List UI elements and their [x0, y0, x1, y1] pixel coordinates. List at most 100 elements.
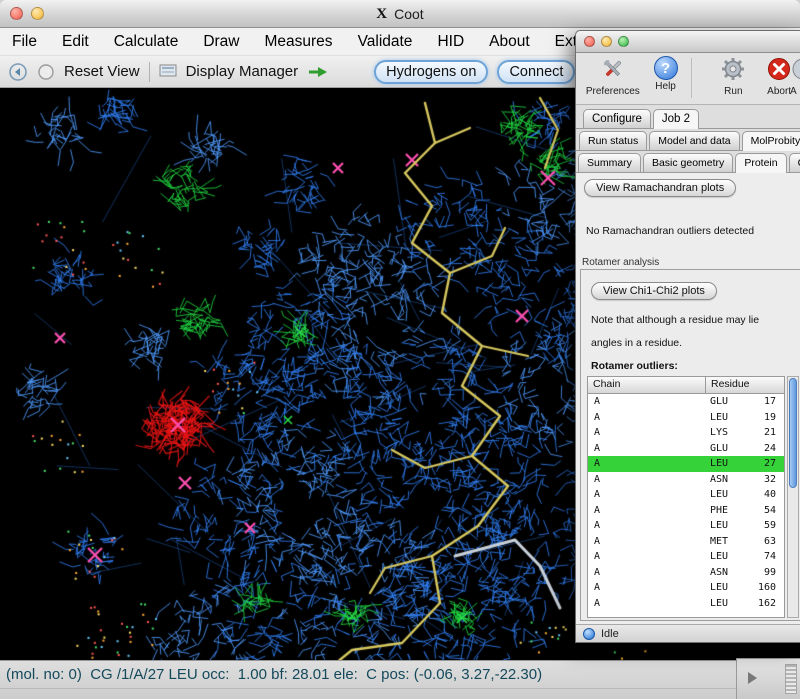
residue-number: 40 [740, 489, 776, 500]
residue-name: LEU [710, 412, 740, 423]
tab-run-status[interactable]: Run status [579, 131, 647, 150]
table-header: Chain Residue [588, 377, 784, 394]
ramachandran-status-text: No Ramachandran outliers detected [586, 225, 754, 237]
resize-grip-icon[interactable] [785, 664, 797, 694]
table-row[interactable]: A LEU 59 [588, 518, 784, 534]
table-row[interactable]: A LEU 40 [588, 487, 784, 503]
column-header-residue[interactable]: Residue [706, 377, 784, 393]
abort-icon [766, 56, 792, 85]
display-manager-button[interactable]: Display Manager [186, 63, 299, 80]
tab-model-and-data[interactable]: Model and data [649, 131, 739, 150]
table-scrollbar-track[interactable] [787, 376, 799, 618]
tab-molprobity[interactable]: MolProbity [742, 131, 800, 150]
menu-draw[interactable]: Draw [203, 33, 239, 51]
table-row[interactable]: A MET 63 [588, 534, 784, 550]
menu-edit[interactable]: Edit [62, 33, 89, 51]
cell-chain: A [588, 551, 706, 562]
gear-icon [720, 56, 746, 85]
menu-extensions[interactable]: Ext [555, 33, 577, 51]
menu-measures[interactable]: Measures [265, 33, 333, 51]
table-row[interactable]: A GLU 17 [588, 394, 784, 410]
cell-residue: ASN 32 [706, 474, 784, 485]
tab-job2[interactable]: Job 2 [653, 109, 699, 128]
cell-chain: A [588, 489, 706, 500]
tab-clipped[interactable]: C [789, 153, 800, 172]
residue-number: 27 [740, 458, 776, 469]
menu-hid[interactable]: HID [437, 33, 464, 51]
clipped-label: A [790, 86, 797, 97]
hydrogens-toggle-button[interactable]: Hydrogens on [374, 60, 488, 84]
residue-number: 54 [740, 505, 776, 516]
table-row[interactable]: A LEU 160 [588, 580, 784, 596]
table-row[interactable]: A ASN 32 [588, 472, 784, 488]
table-row[interactable]: A PHE 54 [588, 503, 784, 519]
tab-configure[interactable]: Configure [583, 109, 651, 128]
rotamer-note-line1: Note that although a residue may lie [591, 314, 759, 326]
close-button[interactable] [584, 36, 595, 47]
table-row[interactable]: A GLU 24 [588, 441, 784, 457]
residue-name: LEU [710, 458, 740, 469]
cell-chain: A [588, 567, 706, 578]
coot-application: Coot File Edit Calculate Draw Measures V… [0, 0, 800, 699]
tab-summary[interactable]: Summary [578, 153, 641, 172]
help-button[interactable]: Help [648, 56, 684, 92]
reset-view-icon[interactable] [37, 63, 55, 81]
minimize-button[interactable] [601, 36, 612, 47]
window-title-area: Coot [0, 0, 800, 28]
menu-validate[interactable]: Validate [358, 33, 413, 51]
run-button[interactable]: Run [714, 56, 752, 97]
cell-residue: LEU 59 [706, 520, 784, 531]
residue-name: LEU [710, 598, 740, 609]
display-manager-icon[interactable] [159, 64, 177, 79]
cell-residue: ASN 99 [706, 567, 784, 578]
rotamer-outliers-table: Chain Residue A GLU 17 A LEU 19 A LYS 21… [587, 376, 785, 618]
table-row[interactable]: A LEU 19 [588, 410, 784, 426]
tab-basic-geometry[interactable]: Basic geometry [643, 153, 733, 172]
cell-chain: A [588, 412, 706, 423]
cell-residue: GLU 17 [706, 396, 784, 407]
corner-scroll-widget[interactable] [736, 658, 800, 699]
back-view-icon[interactable] [8, 62, 28, 82]
help-icon [654, 56, 678, 80]
view-chi1-chi2-plots-button[interactable]: View Chi1-Chi2 plots [591, 282, 717, 300]
table-row[interactable]: A LEU 74 [588, 549, 784, 565]
table-row[interactable]: A LEU 27 [588, 456, 784, 472]
residue-name: PHE [710, 505, 740, 516]
preferences-icon [600, 56, 626, 85]
preferences-button[interactable]: Preferences [584, 56, 642, 97]
residue-number: 160 [740, 582, 776, 593]
validation-window: Preferences Help Run [575, 30, 800, 643]
clipped-icon [790, 56, 800, 85]
scroll-right-icon[interactable] [748, 672, 757, 684]
residue-number: 74 [740, 551, 776, 562]
table-row[interactable]: A LYS 21 [588, 425, 784, 441]
rotamer-table-body: A GLU 17 A LEU 19 A LYS 21 A GLU 24 A LE… [588, 394, 784, 611]
view-ramachandran-plots-button[interactable]: View Ramachandran plots [584, 179, 736, 197]
table-row[interactable]: A LEU 162 [588, 596, 784, 612]
cell-chain: A [588, 427, 706, 438]
window-titlebar: Coot [0, 0, 800, 28]
green-arrow-icon[interactable] [307, 65, 329, 79]
cell-chain: A [588, 582, 706, 593]
residue-number: 17 [740, 396, 776, 407]
residue-name: GLU [710, 443, 740, 454]
zoom-button[interactable] [618, 36, 629, 47]
table-row[interactable]: A ASN 99 [588, 565, 784, 581]
residue-name: MET [710, 536, 740, 547]
connect-button[interactable]: Connect [497, 60, 575, 84]
column-header-chain[interactable]: Chain [588, 377, 706, 393]
menu-about[interactable]: About [489, 33, 530, 51]
cell-residue: MET 63 [706, 536, 784, 547]
clipped-toolbar-button[interactable]: A [790, 56, 800, 97]
residue-name: LYS [710, 427, 740, 438]
table-scrollbar-thumb[interactable] [789, 378, 797, 488]
residue-number: 99 [740, 567, 776, 578]
tab-protein[interactable]: Protein [735, 153, 786, 172]
toolbar-separator [149, 62, 150, 82]
menu-file[interactable]: File [12, 33, 37, 51]
residue-name: LEU [710, 582, 740, 593]
menu-calculate[interactable]: Calculate [114, 33, 179, 51]
residue-name: LEU [710, 489, 740, 500]
run-label: Run [724, 86, 742, 97]
reset-view-button[interactable]: Reset View [64, 63, 140, 80]
